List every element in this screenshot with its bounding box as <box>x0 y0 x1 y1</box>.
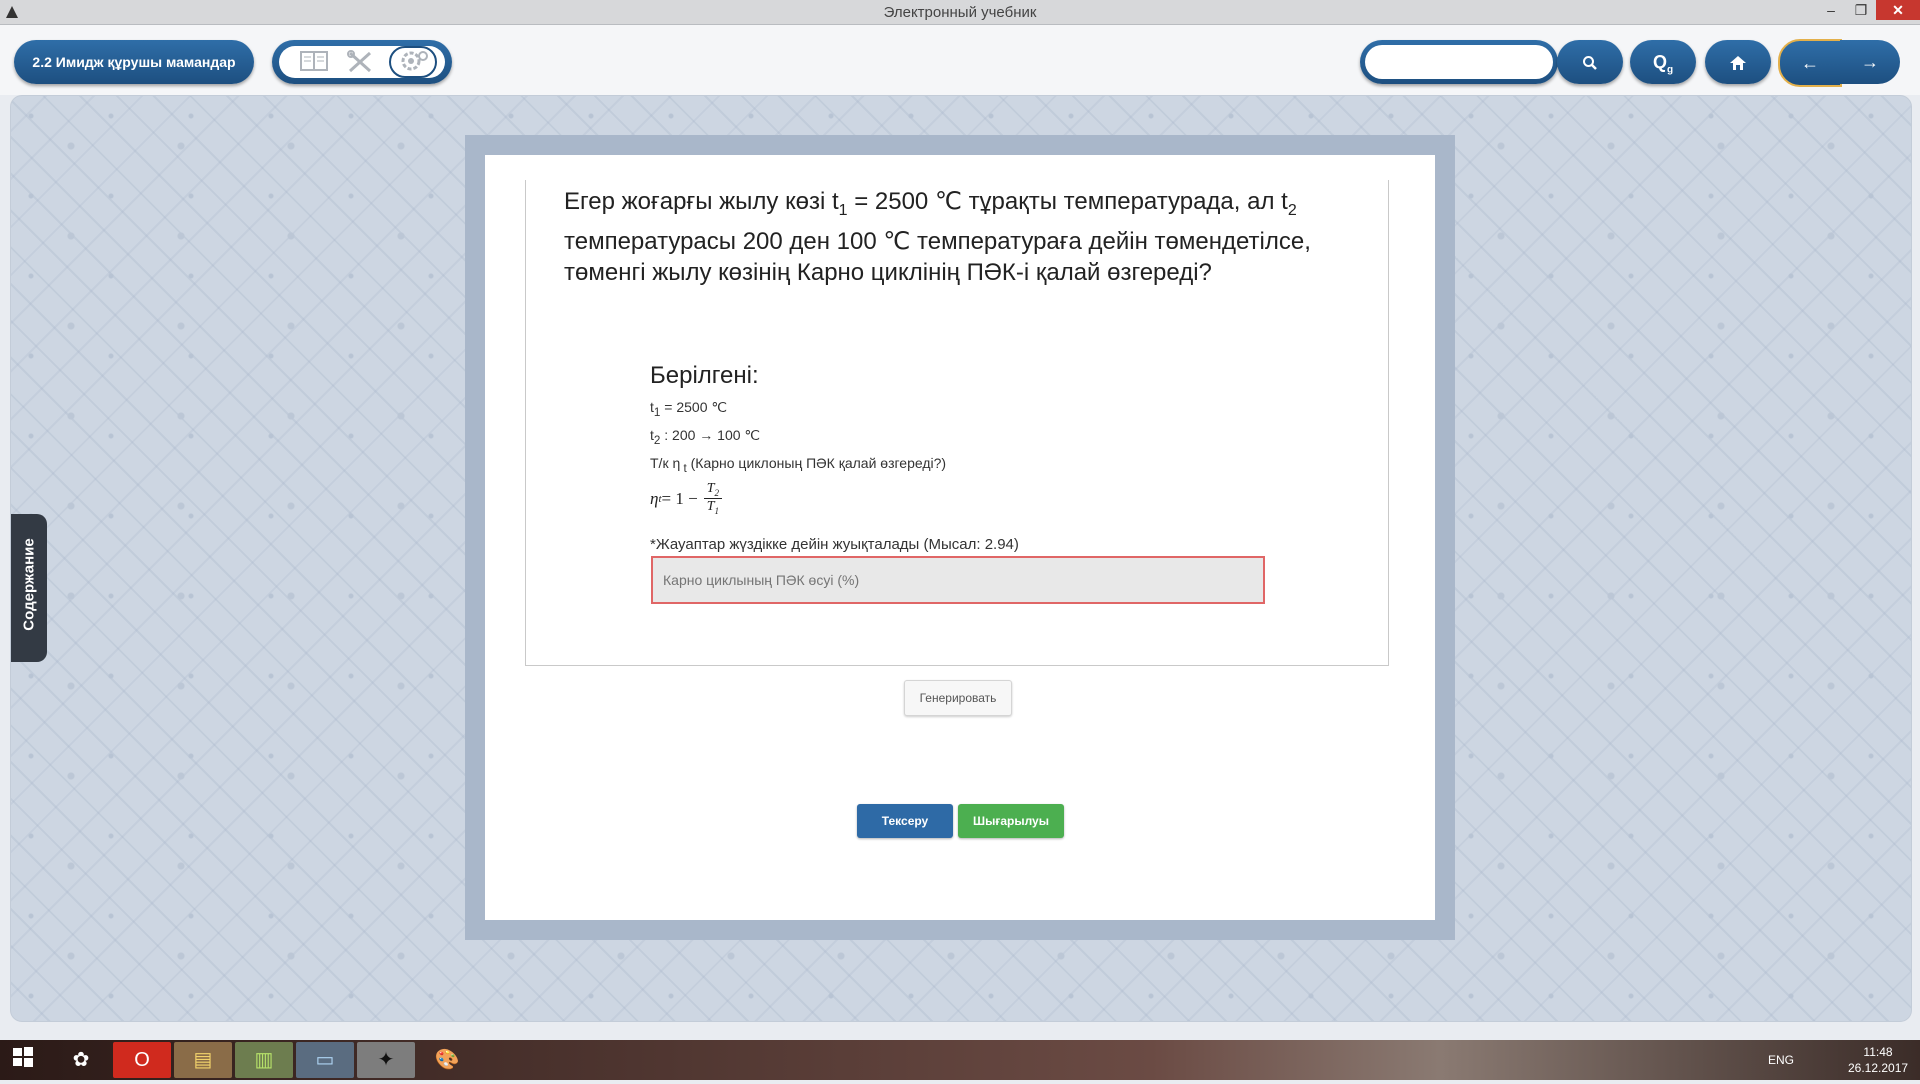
taskbar-app-1[interactable]: ✿ <box>52 1042 110 1078</box>
language-indicator[interactable]: ENG <box>1768 1040 1794 1080</box>
forward-button[interactable]: → <box>1840 40 1900 84</box>
check-button[interactable]: Тексеру <box>857 804 953 838</box>
folder-icon: ▤ <box>193 1049 213 1071</box>
minimize-button[interactable]: – <box>1816 0 1846 20</box>
gear-icon[interactable] <box>389 46 437 78</box>
solution-button[interactable]: Шығарылуы <box>958 804 1064 838</box>
taskbar-app-4[interactable]: ▥ <box>235 1042 293 1078</box>
palette-icon: 🎨 <box>434 1049 460 1071</box>
book-icon[interactable] <box>297 49 331 75</box>
clock-time: 11:48 <box>1863 1045 1893 1059</box>
tools-inner <box>279 46 445 78</box>
tools-group <box>272 40 452 84</box>
taskbar-app-active[interactable]: ✦ <box>357 1042 415 1078</box>
window-title: Электронный учебник <box>883 4 1037 21</box>
app-icon: ✿ <box>72 1049 90 1071</box>
chart-icon: ▥ <box>254 1049 274 1071</box>
windows-start-button[interactable] <box>8 1046 38 1076</box>
contents-tab-label: Содержание <box>20 538 38 631</box>
generate-button[interactable]: Генерировать <box>904 680 1012 716</box>
clock-date: 26.12.2017 <box>1848 1061 1909 1075</box>
taskbar-paint[interactable]: 🎨 <box>418 1042 476 1078</box>
search-icon <box>1583 56 1597 71</box>
taskbar-file-explorer[interactable]: ▤ <box>174 1042 232 1078</box>
answer-input[interactable] <box>651 556 1265 604</box>
taskbar-app-5[interactable]: ▭ <box>296 1042 354 1078</box>
window-titlebar: Электронный учебник – ❐ ✕ <box>0 0 1920 25</box>
question-box: Егер жоғарғы жылу көзі t1 = 2500 ℃ тұрақ… <box>525 180 1389 666</box>
rounding-note: *Жауаптар жүздікке дейін жуықталады (Мыс… <box>650 535 1019 553</box>
contents-tab[interactable]: Содержание <box>11 514 47 662</box>
maximize-button[interactable]: ❐ <box>1846 0 1876 20</box>
tools-icon[interactable] <box>343 49 377 75</box>
window-icon: ▭ <box>315 1049 335 1071</box>
navigation-group: ← → <box>1778 39 1902 87</box>
formula-fraction: T2 T1 <box>703 481 722 516</box>
arrow-left-icon: ← <box>1801 53 1819 73</box>
efficiency-formula: ηt = 1 − T2 T1 <box>650 481 1350 516</box>
glossary-search-button[interactable]: Qg <box>1630 40 1696 84</box>
search-button[interactable] <box>1557 40 1623 84</box>
bird-icon: ✦ <box>377 1049 395 1071</box>
top-toolbar: 2.2 Имидж құрушы мамандар Qg ← → <box>0 25 1920 95</box>
home-button[interactable] <box>1705 40 1771 84</box>
given-find: Т/к η t (Карно циклоның ПӘК қалай өзгере… <box>650 454 947 475</box>
taskbar-opera[interactable]: O <box>113 1042 171 1078</box>
back-button[interactable]: ← <box>1778 39 1842 87</box>
glossary-search-icon: Qg <box>1652 52 1674 76</box>
taskbar: ✿ O ▤ ▥ ▭ ✦ 🎨 ENG 11:48 26.12.2017 <box>0 1040 1920 1080</box>
opera-icon: O <box>134 1049 150 1071</box>
question-text: Егер жоғарғы жылу көзі t1 = 2500 ℃ тұрақ… <box>564 188 1311 286</box>
given-title: Берілгені: <box>650 362 759 389</box>
search-box <box>1360 40 1558 84</box>
system-clock[interactable]: 11:48 26.12.2017 <box>1848 1044 1908 1084</box>
windows-logo-icon <box>13 1047 33 1067</box>
given-t2: t2 : 200 → 100 ℃ <box>650 426 761 447</box>
arrow-right-icon: → <box>1861 52 1879 72</box>
given-t1: t1 = 2500 ℃ <box>650 399 728 419</box>
close-button[interactable]: ✕ <box>1876 0 1920 20</box>
given-section: Берілгені: t1 = 2500 ℃ t2 : 200 → 100 ℃ … <box>650 362 1350 553</box>
home-icon <box>1730 56 1746 71</box>
section-title-button[interactable]: 2.2 Имидж құрушы мамандар <box>14 40 254 84</box>
search-input[interactable] <box>1365 45 1553 79</box>
